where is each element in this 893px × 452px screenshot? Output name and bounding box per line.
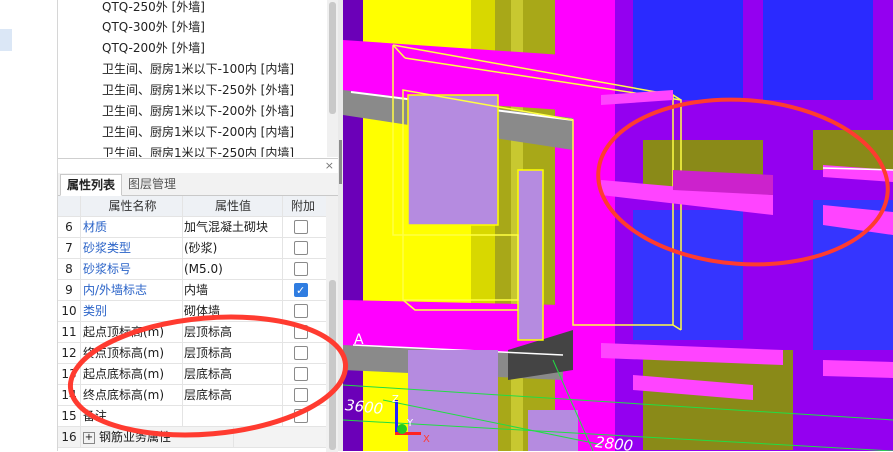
axis-gizmo: Z Y X (387, 394, 430, 445)
row-num: 9 (58, 280, 81, 300)
shelf-slab (823, 360, 893, 378)
window-panel (517, 169, 544, 341)
left-side-strip (0, 0, 58, 451)
table-row[interactable]: 7 砂浆类型 (砂浆) (58, 238, 326, 259)
header-name: 属性名称 (81, 196, 183, 216)
table-row[interactable]: 9 内/外墙标志 内墙 (58, 280, 326, 301)
row-name: 材质 (81, 217, 183, 237)
close-icon[interactable]: × (325, 160, 334, 172)
add-checkbox[interactable] (294, 241, 308, 255)
axis-y-label: Y (407, 418, 414, 429)
annotation-overlay (67, 314, 349, 438)
tree-item[interactable]: 卫生间、厨房1米以下-200外 [外墙] (102, 101, 294, 121)
splitter-grip[interactable] (339, 140, 342, 184)
row-add-cell (280, 280, 326, 300)
magenta-wall (555, 0, 615, 451)
panel-tabs: 属性列表 图层管理 (58, 173, 338, 196)
row-name: 内/外墙标志 (81, 280, 183, 300)
tree-item[interactable]: 卫生间、厨房1米以下-200内 [内墙] (102, 122, 294, 142)
header-num (58, 196, 81, 216)
glass-panel (633, 0, 743, 100)
row-value[interactable]: 加气混凝土砌块 (181, 217, 283, 237)
header-add: 附加 (290, 199, 315, 213)
axis-z-label: Z (392, 394, 399, 405)
window-panel (407, 94, 499, 226)
axis-x-label: X (423, 434, 430, 445)
left-strip-selection (0, 29, 12, 51)
tab-property-list[interactable]: 属性列表 (60, 174, 123, 196)
row-num: 8 (58, 259, 81, 279)
add-checkbox[interactable] (294, 220, 308, 234)
header-value: 属性值 (181, 196, 283, 216)
row-add-cell (280, 217, 326, 237)
annotation-ellipse (67, 314, 349, 438)
component-tree[interactable]: QTQ-250外 [外墙] QTQ-300外 [外墙] QTQ-200外 [外墙… (58, 0, 326, 157)
row-name: 砂浆标号 (81, 259, 183, 279)
olive-slab (643, 350, 793, 450)
tree-scrollbar-thumb[interactable] (329, 2, 336, 114)
table-row[interactable]: 8 砂浆标号 (M5.0) (58, 259, 326, 280)
tree-item[interactable]: 卫生间、厨房1米以下-100内 [内墙] (102, 59, 294, 79)
tree-item[interactable]: QTQ-250外 [外墙] (102, 0, 205, 17)
tree-item[interactable]: 卫生间、厨房1米以下-250外 [外墙] (102, 80, 294, 100)
add-checkbox-checked[interactable] (294, 281, 308, 300)
y-axis-icon (397, 424, 407, 434)
tree-scrollbar[interactable] (327, 0, 338, 157)
3d-viewport[interactable]: A 3600 2800 Z Y X (343, 0, 893, 451)
dimension-label: 2800 (594, 433, 635, 451)
tree-item[interactable]: 卫生间、厨房1米以下-250内 [内墙] (102, 143, 294, 157)
tab-layer-management[interactable]: 图层管理 (122, 174, 182, 194)
row-value[interactable]: (砂浆) (181, 238, 283, 258)
row-num: 7 (58, 238, 81, 258)
glass-panel (633, 210, 743, 340)
glass-panel (763, 0, 873, 100)
grid-header: 属性名称 属性值 附加 (58, 196, 326, 217)
row-add-cell (280, 259, 326, 279)
table-row[interactable]: 6 材质 加气混凝土砌块 (58, 217, 326, 238)
tree-item[interactable]: QTQ-200外 [外墙] (102, 38, 205, 58)
row-value[interactable]: (M5.0) (181, 259, 283, 279)
row-value[interactable]: 内墙 (181, 280, 283, 300)
3d-model-scene[interactable] (343, 0, 893, 451)
row-add-cell (280, 238, 326, 258)
tree-item[interactable]: QTQ-300外 [外墙] (102, 17, 205, 37)
row-num: 6 (58, 217, 81, 237)
add-checkbox[interactable] (294, 262, 308, 276)
row-name: 砂浆类型 (81, 238, 183, 258)
